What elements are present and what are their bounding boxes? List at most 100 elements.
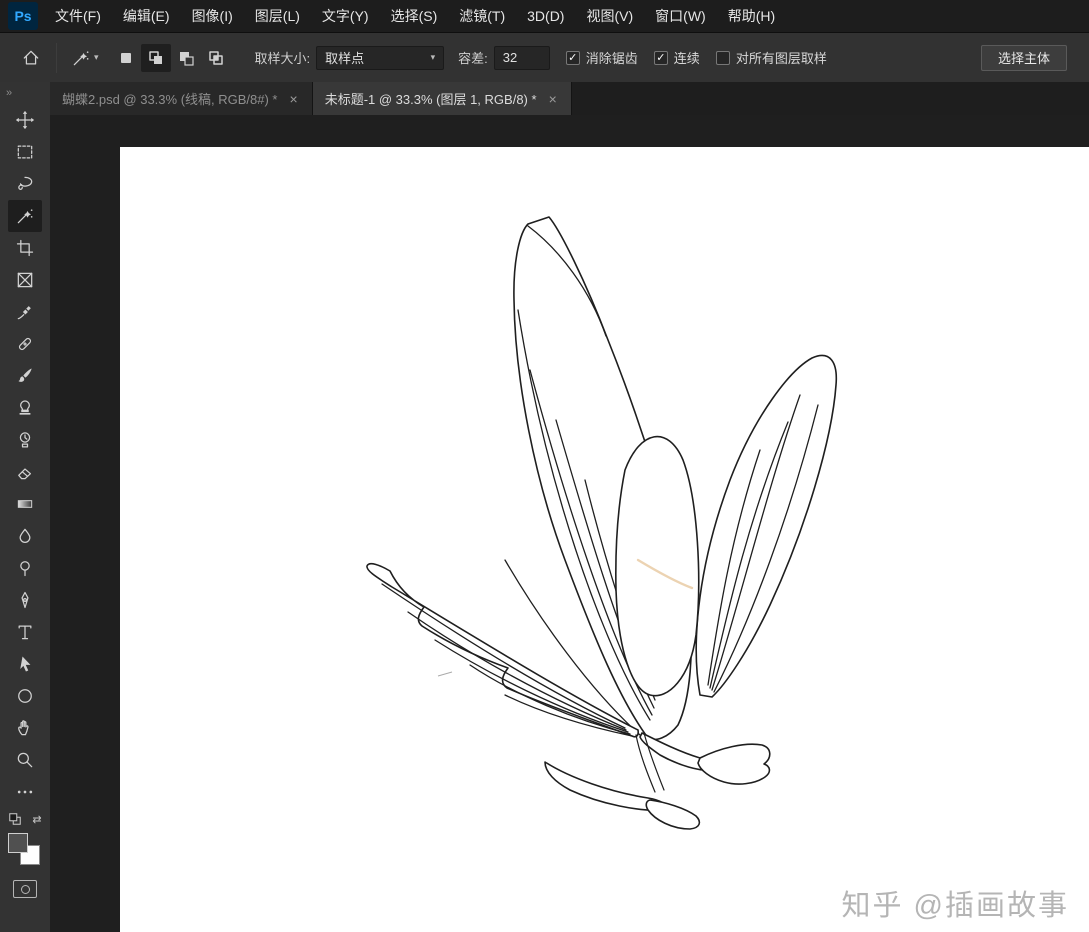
spot-healing-brush-tool[interactable] <box>8 328 42 360</box>
pasteboard: 知乎 @插画故事 <box>50 115 1089 932</box>
lasso-tool[interactable] <box>8 168 42 200</box>
menu-help[interactable]: 帮助(H) <box>717 0 786 32</box>
dodge-tool[interactable] <box>8 552 42 584</box>
subtract-from-selection-icon <box>179 51 194 66</box>
eyedropper-icon <box>17 306 31 320</box>
menu-filter[interactable]: 滤镜(T) <box>448 0 516 32</box>
type-tool[interactable] <box>8 616 42 648</box>
path-selection-tool[interactable] <box>8 648 42 680</box>
pen-icon <box>21 591 29 609</box>
menu-window[interactable]: 窗口(W) <box>644 0 717 32</box>
menu-layer[interactable]: 图层(L) <box>244 0 311 32</box>
anti-alias-checkbox[interactable] <box>565 50 580 65</box>
hand-icon <box>18 720 29 736</box>
photoshop-window: Ps 文件(F) 编辑(E) 图像(I) 图层(L) 文字(Y) 选择(S) 滤… <box>0 0 1089 932</box>
canvas[interactable]: 知乎 @插画故事 <box>120 147 1089 932</box>
gradient-icon <box>17 500 33 508</box>
frame-icon <box>17 272 33 288</box>
crop-icon <box>16 239 34 257</box>
blur-drop-icon <box>19 528 31 543</box>
history-brush-icon <box>19 432 31 448</box>
add-to-selection-button[interactable] <box>140 43 171 72</box>
type-icon <box>18 625 32 640</box>
swap-colors-icon[interactable]: ⇄ <box>32 813 41 826</box>
color-utility-row: ⇄ <box>8 812 42 826</box>
default-colors-icon[interactable] <box>8 812 22 826</box>
selection-arrow-icon <box>20 656 31 672</box>
ellipse-tool[interactable] <box>8 680 42 712</box>
selection-mode-group <box>111 43 231 72</box>
blur-tool[interactable] <box>8 520 42 552</box>
document-tab-untitled-1[interactable]: 未标题-1 @ 33.3% (图层 1, RGB/8) * × <box>312 82 572 115</box>
menu-view[interactable]: 视图(V) <box>575 0 644 32</box>
magic-wand-icon <box>73 50 89 65</box>
magic-wand-icon <box>17 209 33 224</box>
menu-bar: Ps 文件(F) 编辑(E) 图像(I) 图层(L) 文字(Y) 选择(S) 滤… <box>0 0 1089 32</box>
brush-tool[interactable] <box>8 360 42 392</box>
sample-size-dropdown[interactable]: 取样点 ▾ <box>316 45 445 70</box>
foreground-color-swatch[interactable] <box>8 833 28 853</box>
chevron-down-icon: ▾ <box>94 52 99 62</box>
quick-mask-icon <box>20 884 30 894</box>
edit-toolbar[interactable] <box>8 776 42 808</box>
select-subject-button[interactable]: 选择主体 <box>980 44 1067 71</box>
anti-alias-label: 消除锯齿 <box>585 51 638 66</box>
hand-tool[interactable] <box>8 712 42 744</box>
close-icon[interactable]: × <box>288 91 300 107</box>
add-to-selection-icon <box>148 50 162 64</box>
menu-type[interactable]: 文字(Y) <box>311 0 380 32</box>
move-tool[interactable] <box>8 104 42 136</box>
ellipse-icon <box>18 689 32 703</box>
new-selection-button[interactable] <box>111 44 141 72</box>
home-icon <box>23 50 39 64</box>
crop-tool[interactable] <box>8 232 42 264</box>
pen-tool[interactable] <box>8 584 42 616</box>
contiguous-checkbox-group[interactable]: 连续 <box>653 48 700 67</box>
magic-wand-tool[interactable] <box>8 200 42 232</box>
clone-stamp-tool[interactable] <box>8 392 42 424</box>
menu-file[interactable]: 文件(F) <box>44 0 112 32</box>
sample-size-value: 取样点 <box>325 51 365 66</box>
close-icon[interactable]: × <box>547 91 559 107</box>
gradient-tool[interactable] <box>8 488 42 520</box>
zoom-tool[interactable] <box>8 744 42 776</box>
contiguous-label: 连续 <box>673 51 700 66</box>
eraser-tool[interactable] <box>8 456 42 488</box>
butterfly-line-art <box>366 216 838 830</box>
new-selection-icon <box>120 52 131 63</box>
sample-all-layers-checkbox-group[interactable]: 对所有图层取样 <box>715 48 827 67</box>
frame-tool[interactable] <box>8 264 42 296</box>
contiguous-checkbox[interactable] <box>653 50 668 65</box>
history-brush-tool[interactable] <box>8 424 42 456</box>
tool-preset-picker[interactable]: ▾ <box>65 44 105 72</box>
rectangular-marquee-tool[interactable] <box>8 136 42 168</box>
divider <box>56 42 57 73</box>
tolerance-label: 容差: <box>458 51 488 66</box>
options-bar: ▾ 取样大小: 取样点 ▾ 容差: 32 ✓ 消除锯齿 ✓ 连续 对所有图层取样… <box>0 32 1089 82</box>
menu-select[interactable]: 选择(S) <box>380 0 449 32</box>
eyedropper-tool[interactable] <box>8 296 42 328</box>
clone-stamp-icon <box>19 400 31 415</box>
watermark: 知乎 @插画故事 <box>841 890 1069 922</box>
home-button[interactable] <box>14 41 48 75</box>
menu-3d[interactable]: 3D(D) <box>516 0 575 32</box>
collapse-panel-button[interactable]: » <box>0 82 50 104</box>
document-tab-bar: 蝴蝶2.psd @ 33.3% (线稿, RGB/8#) * × 未标题-1 @… <box>50 82 1089 115</box>
menu-image[interactable]: 图像(I) <box>181 0 244 32</box>
zoom-icon <box>17 752 33 768</box>
document-tab-butterfly2[interactable]: 蝴蝶2.psd @ 33.3% (线稿, RGB/8#) * × <box>50 82 313 115</box>
menu-edit[interactable]: 编辑(E) <box>112 0 181 32</box>
intersect-selection-icon <box>208 50 223 65</box>
sample-all-layers-checkbox[interactable] <box>715 50 730 65</box>
eraser-icon <box>18 468 32 480</box>
color-swatches <box>7 832 43 868</box>
tolerance-input[interactable] <box>493 45 550 70</box>
quick-mask-button[interactable] <box>13 880 37 898</box>
subtract-from-selection-button[interactable] <box>171 44 201 72</box>
sample-size-label: 取样大小: <box>254 51 311 66</box>
ps-logo-icon[interactable]: Ps <box>8 2 38 30</box>
anti-alias-checkbox-group[interactable]: 消除锯齿 <box>565 48 638 67</box>
intersect-selection-button[interactable] <box>201 44 231 72</box>
ellipsis-icon <box>17 790 33 794</box>
move-icon <box>15 110 35 130</box>
